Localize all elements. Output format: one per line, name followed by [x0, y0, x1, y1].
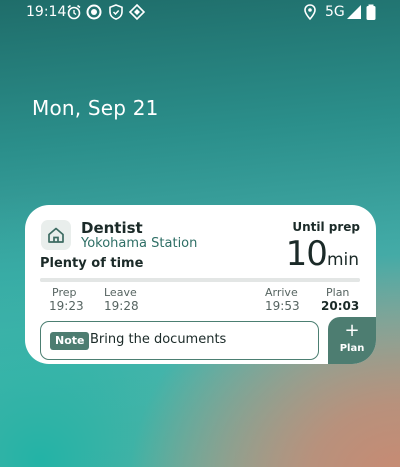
countdown-unit: min — [326, 250, 359, 270]
event-location: Yokohama Station — [81, 236, 198, 251]
alarm-icon — [67, 4, 81, 20]
progress-track — [40, 278, 360, 282]
time-status: Plenty of time — [40, 256, 144, 271]
note-badge: Note — [50, 332, 90, 350]
timeline-arrive-label: Arrive — [265, 286, 298, 299]
timeline-plan-time: 20:03 — [321, 299, 360, 313]
plan-button-label: Plan — [339, 343, 365, 354]
countdown: 10min — [286, 234, 359, 274]
progress-fill — [40, 278, 360, 282]
note-row[interactable]: Note Bring the documents — [40, 321, 319, 360]
timeline-leave-time: 19:28 — [104, 299, 139, 313]
countdown-value: 10 — [285, 234, 328, 274]
trip-widget[interactable]: Dentist Yokohama Station Until prep 10mi… — [25, 205, 376, 364]
home-icon — [48, 227, 64, 243]
battery-icon — [366, 4, 376, 20]
note-text: Bring the documents — [90, 332, 227, 347]
event-title: Dentist — [81, 219, 143, 237]
shield-icon — [109, 4, 123, 20]
vpn-diamond-icon — [128, 3, 146, 21]
location-icon — [304, 4, 316, 21]
data-saver-icon — [86, 4, 102, 20]
timeline-plan-label: Plan — [326, 286, 350, 299]
signal-icon — [347, 5, 361, 19]
network-type: 5G — [325, 4, 345, 20]
home-icon-container — [41, 220, 71, 250]
status-bar: 19:14 5G — [0, 0, 400, 26]
timeline-prep-time: 19:23 — [49, 299, 84, 313]
plan-button[interactable]: + Plan — [328, 317, 376, 364]
timeline-prep-label: Prep — [52, 286, 77, 299]
timeline-leave-label: Leave — [104, 286, 137, 299]
lock-screen-date: Mon, Sep 21 — [32, 96, 159, 120]
timeline-arrive-time: 19:53 — [265, 299, 300, 313]
countdown-label: Until prep — [292, 220, 360, 234]
plus-icon: + — [344, 320, 360, 341]
status-time: 19:14 — [26, 4, 67, 20]
